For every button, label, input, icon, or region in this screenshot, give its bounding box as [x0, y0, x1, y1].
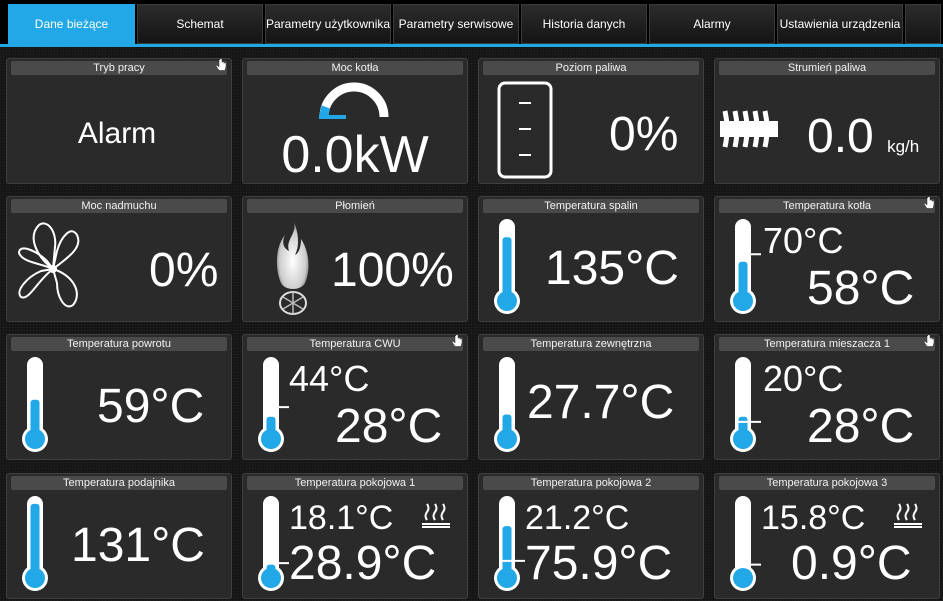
power-gauge-icon	[319, 82, 389, 119]
tile-title: Temperatura pokojowa 1	[247, 476, 463, 490]
dhw-temp-value: 28°C	[335, 400, 443, 453]
tile-title: Poziom paliwa	[483, 61, 699, 75]
flame-icon	[276, 219, 309, 315]
fuel-flow-unit: kg/h	[887, 137, 920, 156]
boiler-power-value: 0.0kW	[281, 126, 429, 184]
tile-poziom-paliwa: Poziom paliwa 0%	[478, 58, 704, 184]
thermometer-icon	[730, 496, 761, 591]
tile-title: Strumień paliwa	[719, 61, 935, 75]
tile-temperatura-cwu[interactable]: Temperatura CWU 44°C 28°C	[242, 334, 468, 460]
tile-title: Temperatura podajnika	[11, 476, 227, 490]
thermometer-icon	[730, 357, 761, 452]
room2-setpoint-value: 21.2°C	[525, 499, 630, 537]
tab-alarmy[interactable]: Alarmy	[649, 4, 775, 44]
tile-temperatura-powrotu: Temperatura powrotu 59°C	[6, 334, 232, 460]
heating-icon	[422, 503, 450, 528]
return-temp-value: 59°C	[97, 380, 205, 433]
tab-bar: Dane bieżące Schemat Parametry użytkowni…	[0, 0, 943, 47]
tile-title: Temperatura spalin	[483, 199, 699, 213]
tab-dane-biezace[interactable]: Dane bieżące	[8, 4, 135, 44]
tile-title: Płomień	[247, 199, 463, 213]
feeder-temp-value: 131°C	[71, 519, 205, 572]
mode-value: Alarm	[77, 117, 157, 150]
tile-title: Temperatura pokojowa 2	[483, 476, 699, 490]
tile-temperatura-mieszacza-1[interactable]: Temperatura mieszacza 1 20°C 28°C	[714, 334, 940, 460]
tile-temperatura-spalin: Temperatura spalin 135°C	[478, 196, 704, 322]
thermometer-icon	[22, 357, 48, 452]
mixer-setpoint-value: 20°C	[763, 358, 844, 399]
fan-icon	[17, 222, 80, 308]
tile-title: Temperatura zewnętrzna	[483, 337, 699, 351]
boiler-temp-value: 58°C	[807, 262, 915, 315]
fuel-flow-number: 0.0	[807, 110, 874, 163]
tile-title: Temperatura CWU	[247, 337, 463, 351]
tab-spacer	[905, 4, 941, 44]
room1-temp-value: 28.9°C	[289, 537, 437, 590]
tile-title: Tryb pracy	[11, 61, 227, 75]
tile-temperatura-pokojowa-1: Temperatura pokojowa 1 18.1°C 28.9°C	[242, 473, 468, 599]
fuel-flow-value: 0.0 kg/h	[807, 113, 919, 171]
tile-title: Temperatura mieszacza 1	[719, 337, 935, 351]
room3-temp-value: 0.9°C	[791, 537, 912, 590]
tab-schemat[interactable]: Schemat	[137, 4, 263, 44]
tile-plomien: Płomień 100%	[242, 196, 468, 322]
tile-title: Temperatura kotła	[719, 199, 935, 213]
room3-setpoint-value: 15.8°C	[761, 499, 866, 537]
tile-title: Temperatura pokojowa 3	[719, 476, 935, 490]
thermometer-icon	[494, 357, 520, 452]
hand-pointer-icon	[451, 335, 463, 347]
tab-ustawienia-urzadzenia[interactable]: Ustawienia urządzenia	[777, 4, 903, 44]
tile-title: Moc nadmuchu	[11, 199, 227, 213]
boiler-setpoint-value: 70°C	[763, 220, 844, 261]
tile-moc-kotla: Moc kotła 0.0kW	[242, 58, 468, 184]
flame-value: 100%	[331, 244, 454, 297]
room2-temp-value: 75.9°C	[525, 537, 673, 590]
tile-temperatura-zewnetrzna: Temperatura zewnętrzna 27.7°C	[478, 334, 704, 460]
fuel-level-value: 0%	[609, 108, 679, 161]
mixer-temp-value: 28°C	[807, 400, 915, 453]
thermometer-icon	[494, 496, 525, 591]
tab-underline	[0, 44, 943, 47]
tile-title: Temperatura powrotu	[11, 337, 227, 351]
flue-temp-value: 135°C	[545, 242, 679, 295]
hand-pointer-icon	[923, 197, 935, 209]
tile-title: Moc kotła	[247, 61, 463, 75]
tab-parametry-uzytkownika[interactable]: Parametry użytkownika	[265, 4, 391, 44]
fuel-tank-icon	[497, 81, 553, 179]
tile-moc-nadmuchu: Moc nadmuchu 0%	[6, 196, 232, 322]
tab-historia-danych[interactable]: Historia danych	[521, 4, 647, 44]
tile-tryb-pracy[interactable]: Tryb pracy Alarm	[6, 58, 232, 184]
outdoor-temp-value: 27.7°C	[527, 376, 675, 429]
thermometer-icon	[258, 496, 289, 591]
hand-pointer-icon	[215, 59, 227, 71]
thermometer-icon	[22, 496, 48, 591]
thermometer-icon	[494, 219, 520, 314]
tile-temperatura-kotla[interactable]: Temperatura kotła 70°C 58°C	[714, 196, 940, 322]
hand-pointer-icon	[923, 335, 935, 347]
heating-icon	[894, 503, 922, 528]
dhw-setpoint-value: 44°C	[289, 358, 370, 399]
blower-power-value: 0%	[149, 244, 219, 297]
tile-strumien-paliwa: Strumień paliwa 0.0 kg/h	[714, 58, 940, 184]
thermometer-icon	[258, 357, 289, 452]
tile-temperatura-pokojowa-3: Temperatura pokojowa 3 15.8°C 0.9°C	[714, 473, 940, 599]
feeder-screw-icon	[720, 110, 778, 148]
tile-temperatura-podajnika: Temperatura podajnika 131°C	[6, 473, 232, 599]
tile-temperatura-pokojowa-2: Temperatura pokojowa 2 21.2°C 75.9°C	[478, 473, 704, 599]
thermometer-icon	[730, 219, 761, 314]
room1-setpoint-value: 18.1°C	[289, 499, 394, 537]
tab-parametry-serwisowe[interactable]: Parametry serwisowe	[393, 4, 519, 44]
